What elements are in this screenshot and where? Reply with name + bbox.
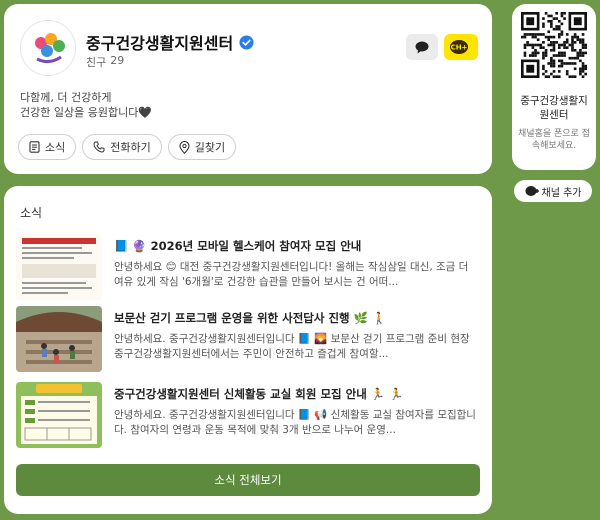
- channel-add-button[interactable]: CH+: [444, 34, 478, 60]
- document-icon: [29, 141, 40, 153]
- call-button[interactable]: 전화하기: [82, 134, 162, 160]
- news-button[interactable]: 소식: [18, 134, 77, 160]
- action-buttons: 소식 전화하기 길찾기: [18, 134, 237, 160]
- chat-bubble-icon: [415, 41, 429, 53]
- intro-line: 다함께, 더 건강하게: [20, 91, 112, 104]
- qr-channel-name: 중구건강생활지원센터: [520, 95, 588, 121]
- news-item[interactable]: 중구건강생활지원센터 신체활동 교실 회원 모집 안내 🏃 🏃 안녕하세요. 중…: [16, 382, 480, 448]
- add-channel-button[interactable]: 채널 추가: [514, 180, 592, 202]
- news-thumbnail: [16, 382, 102, 448]
- news-title: 📘 🔮 2026년 모바일 헬스케어 참여자 모집 안내: [114, 239, 362, 253]
- view-all-news-button[interactable]: 소식 전체보기: [16, 464, 480, 496]
- news-item[interactable]: 📘 🔮 2026년 모바일 헬스케어 참여자 모집 안내 안녕하세요 😊 대전 …: [16, 234, 480, 300]
- news-preview: 안녕하세요. 중구건강생활지원센터입니다 📘 🌄 보문산 걷기 프로그램 준비 …: [114, 333, 470, 360]
- friends-count: 친구 29: [86, 54, 125, 69]
- news-title: 보문산 걷기 프로그램 운영을 위한 사전답사 진행 🌿 🚶: [114, 311, 387, 325]
- channel-intro: 다함께, 더 건강하게 건강한 일상을 응원합니다🖤: [20, 90, 152, 120]
- qr-card: 중구건강생활지원센터 채널홈을 폰으로 접속해보세요.: [512, 4, 596, 170]
- news-card: 소식 📘 🔮 2026년 모바일 헬스케어 참여자 모집 안내 안녕하세요 😊 …: [4, 186, 492, 514]
- news-thumbnail: [16, 234, 102, 300]
- news-thumbnail: [16, 306, 102, 372]
- chplus-label: CH+: [451, 44, 468, 52]
- location-pin-icon: [179, 140, 190, 154]
- news-title: 중구건강생활지원센터 신체활동 교실 회원 모집 안내 🏃 🏃: [114, 387, 404, 401]
- news-preview: 안녕하세요 😊 대전 중구건강생활지원센터입니다! 올해는 작심삼일 대신, 조…: [114, 261, 469, 288]
- channel-logo[interactable]: [20, 20, 76, 76]
- channel-name: 중구건강생활지원센터: [86, 34, 234, 53]
- news-preview: 안녕하세요. 중구건강생활지원센터입니다 📘 📢 신체활동 교실 참여자를 모집…: [114, 409, 476, 436]
- chat-button[interactable]: [406, 34, 438, 60]
- phone-icon: [93, 141, 105, 153]
- ch-plus-icon: [525, 186, 539, 196]
- news-item[interactable]: 보문산 걷기 프로그램 운영을 위한 사전답사 진행 🌿 🚶 안녕하세요. 중구…: [16, 306, 480, 372]
- intro-line: 건강한 일상을 응원합니다🖤: [20, 106, 153, 119]
- directions-button[interactable]: 길찾기: [167, 134, 237, 160]
- qr-code: [521, 12, 587, 78]
- news-heading: 소식: [20, 206, 43, 220]
- verified-badge-icon: [239, 34, 254, 50]
- ch-plus-icon: CH+: [450, 40, 468, 54]
- profile-card: 중구건강생활지원센터 친구 29 CH+ 다함께, 더 건강하게 건강한 일상을…: [4, 4, 492, 174]
- qr-hint: 채널홈을 폰으로 접속해보세요.: [518, 129, 590, 151]
